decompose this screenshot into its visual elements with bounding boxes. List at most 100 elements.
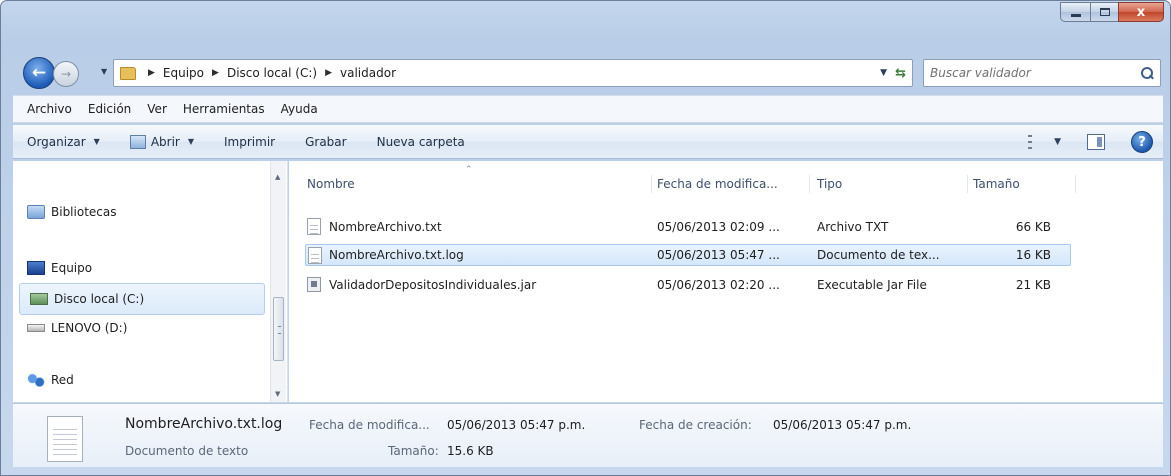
forward-button[interactable]: → bbox=[53, 61, 79, 87]
change-view-icon[interactable] bbox=[1028, 133, 1042, 151]
file-date: 05/06/2013 05:47 ... bbox=[657, 248, 780, 262]
text-document-icon bbox=[47, 416, 83, 462]
column-divider[interactable] bbox=[967, 175, 968, 193]
file-type: Documento de tex... bbox=[817, 248, 940, 262]
address-bar[interactable]: ▶ Equipo ▶ Disco local (C:) ▶ validador … bbox=[113, 59, 913, 87]
open-with-icon bbox=[129, 134, 146, 149]
folder-icon bbox=[120, 66, 136, 80]
view-controls: ▼ ? bbox=[1028, 131, 1153, 153]
close-icon: x bbox=[1136, 4, 1146, 20]
sort-ascending-icon: ⌃ bbox=[465, 165, 473, 175]
caption-buttons: x bbox=[1060, 2, 1164, 22]
column-divider[interactable] bbox=[1075, 175, 1076, 193]
help-icon[interactable]: ? bbox=[1131, 131, 1153, 153]
chevron-down-icon: ▼ bbox=[187, 137, 195, 146]
column-header-size[interactable]: Tamaño bbox=[973, 177, 1020, 191]
file-row-selected[interactable]: NombreArchivo.txt.log 05/06/2013 05:47 .… bbox=[305, 244, 1071, 266]
menu-edicion[interactable]: Edición bbox=[88, 102, 131, 116]
navigation-scrollbar[interactable]: ▲ ▼ bbox=[270, 161, 286, 402]
maximize-button[interactable] bbox=[1090, 2, 1118, 22]
details-size-label: Tamaño: bbox=[388, 444, 439, 458]
refresh-icon[interactable]: ⇆ bbox=[895, 66, 906, 81]
scroll-down-icon[interactable]: ▼ bbox=[275, 390, 280, 398]
chevron-down-icon: ▼ bbox=[93, 137, 100, 146]
computer-icon bbox=[27, 261, 45, 275]
print-label: Imprimir bbox=[224, 134, 276, 149]
preview-pane-icon[interactable] bbox=[1087, 134, 1105, 150]
organize-button[interactable]: Organizar ▼ bbox=[27, 135, 100, 149]
nav-item-lenovo[interactable]: LENOVO (D:) bbox=[27, 321, 127, 335]
grip-icon bbox=[278, 326, 281, 334]
details-modified-value: 05/06/2013 05:47 p.m. bbox=[447, 418, 586, 432]
column-divider[interactable] bbox=[651, 175, 652, 193]
open-button[interactable]: Abrir ▼ bbox=[129, 134, 195, 149]
column-header-type[interactable]: Tipo bbox=[817, 177, 842, 191]
file-list: ⌃ Nombre Fecha de modifica... Tipo Tamañ… bbox=[289, 161, 1163, 402]
details-file-name: NombreArchivo.txt.log bbox=[125, 416, 283, 432]
command-bar: Organizar ▼ Abrir ▼ Imprimir Grabar Nuev… bbox=[13, 125, 1163, 159]
details-modified-label: Fecha de modifica... bbox=[309, 418, 430, 432]
file-date: 05/06/2013 02:09 ... bbox=[657, 220, 780, 234]
new-folder-label: Nueva carpeta bbox=[376, 134, 465, 149]
nav-item-label: LENOVO (D:) bbox=[51, 321, 128, 335]
print-button[interactable]: Imprimir bbox=[224, 135, 275, 149]
back-arrow-icon: ← bbox=[31, 63, 47, 83]
breadcrumb-validador[interactable]: validador bbox=[340, 66, 396, 80]
back-button[interactable]: ← bbox=[23, 57, 55, 89]
organize-label: Organizar bbox=[27, 134, 86, 149]
menu-archivo[interactable]: Archivo bbox=[27, 102, 72, 116]
text-file-icon bbox=[307, 218, 321, 235]
jar-file-icon bbox=[307, 277, 321, 292]
breadcrumb-chevron-icon[interactable]: ▶ bbox=[148, 68, 155, 78]
explorer-window: x ← → ▼ ▶ Equipo ▶ Disco local (C:) ▶ va… bbox=[0, 0, 1171, 476]
menu-bar: Archivo Edición Ver Herramientas Ayuda bbox=[13, 95, 1163, 123]
details-file-type: Documento de texto bbox=[125, 444, 249, 458]
file-row[interactable]: NombreArchivo.txt 05/06/2013 02:09 ... A… bbox=[305, 216, 1071, 238]
column-header-name[interactable]: Nombre bbox=[307, 177, 355, 191]
file-name: NombreArchivo.txt.log bbox=[329, 248, 464, 262]
minimize-button[interactable] bbox=[1060, 2, 1090, 22]
search-box bbox=[923, 59, 1161, 87]
local-disk-icon bbox=[30, 293, 48, 305]
file-size: 16 KB bbox=[1015, 248, 1051, 262]
nav-item-label: Disco local (C:) bbox=[54, 292, 145, 306]
minimize-icon bbox=[1070, 13, 1081, 17]
menu-ver[interactable]: Ver bbox=[147, 102, 167, 116]
nav-item-red[interactable]: Red bbox=[27, 373, 74, 387]
recent-pages-dropdown-icon[interactable]: ▼ bbox=[101, 67, 107, 76]
navigation-bar: ← → ▼ ▶ Equipo ▶ Disco local (C:) ▶ vali… bbox=[13, 53, 1163, 89]
file-size: 21 KB bbox=[1015, 278, 1051, 292]
breadcrumb-chevron-icon[interactable]: ▶ bbox=[212, 68, 219, 78]
address-dropdown-icon[interactable]: ▼ bbox=[880, 68, 887, 78]
file-name: ValidadorDepositosIndividuales.jar bbox=[329, 278, 537, 292]
breadcrumb-equipo[interactable]: Equipo bbox=[163, 66, 204, 80]
details-created-value: 05/06/2013 05:47 p.m. bbox=[773, 418, 912, 432]
close-button[interactable]: x bbox=[1118, 2, 1164, 22]
breadcrumb-disco-local[interactable]: Disco local (C:) bbox=[227, 66, 317, 80]
details-pane: NombreArchivo.txt.log Documento de texto… bbox=[13, 403, 1163, 467]
maximize-icon bbox=[1099, 8, 1110, 16]
menu-herramientas[interactable]: Herramientas bbox=[183, 102, 265, 116]
column-header-date[interactable]: Fecha de modifica... bbox=[657, 177, 778, 191]
file-type: Archivo TXT bbox=[817, 220, 889, 234]
nav-item-disco-local[interactable]: Disco local (C:) bbox=[19, 283, 265, 315]
network-icon bbox=[27, 373, 45, 387]
search-input[interactable] bbox=[930, 66, 1140, 80]
nav-item-equipo[interactable]: Equipo bbox=[27, 261, 92, 275]
scrollbar-thumb[interactable] bbox=[273, 297, 284, 361]
libraries-icon bbox=[27, 205, 45, 219]
scroll-up-icon[interactable]: ▲ bbox=[275, 173, 280, 181]
breadcrumb-chevron-icon[interactable]: ▶ bbox=[325, 68, 332, 78]
new-folder-button[interactable]: Nueva carpeta bbox=[377, 135, 465, 149]
search-icon[interactable] bbox=[1140, 66, 1154, 80]
nav-item-bibliotecas[interactable]: Bibliotecas bbox=[27, 205, 116, 219]
column-divider[interactable] bbox=[809, 175, 810, 193]
file-type: Executable Jar File bbox=[817, 278, 927, 292]
menu-ayuda[interactable]: Ayuda bbox=[281, 102, 318, 116]
burn-button[interactable]: Grabar bbox=[305, 135, 347, 149]
file-name: NombreArchivo.txt bbox=[329, 220, 442, 234]
forward-arrow-icon: → bbox=[60, 67, 72, 81]
file-row[interactable]: ValidadorDepositosIndividuales.jar 05/06… bbox=[305, 274, 1071, 296]
view-options-dropdown-icon[interactable]: ▼ bbox=[1054, 137, 1061, 147]
burn-label: Grabar bbox=[305, 134, 347, 149]
